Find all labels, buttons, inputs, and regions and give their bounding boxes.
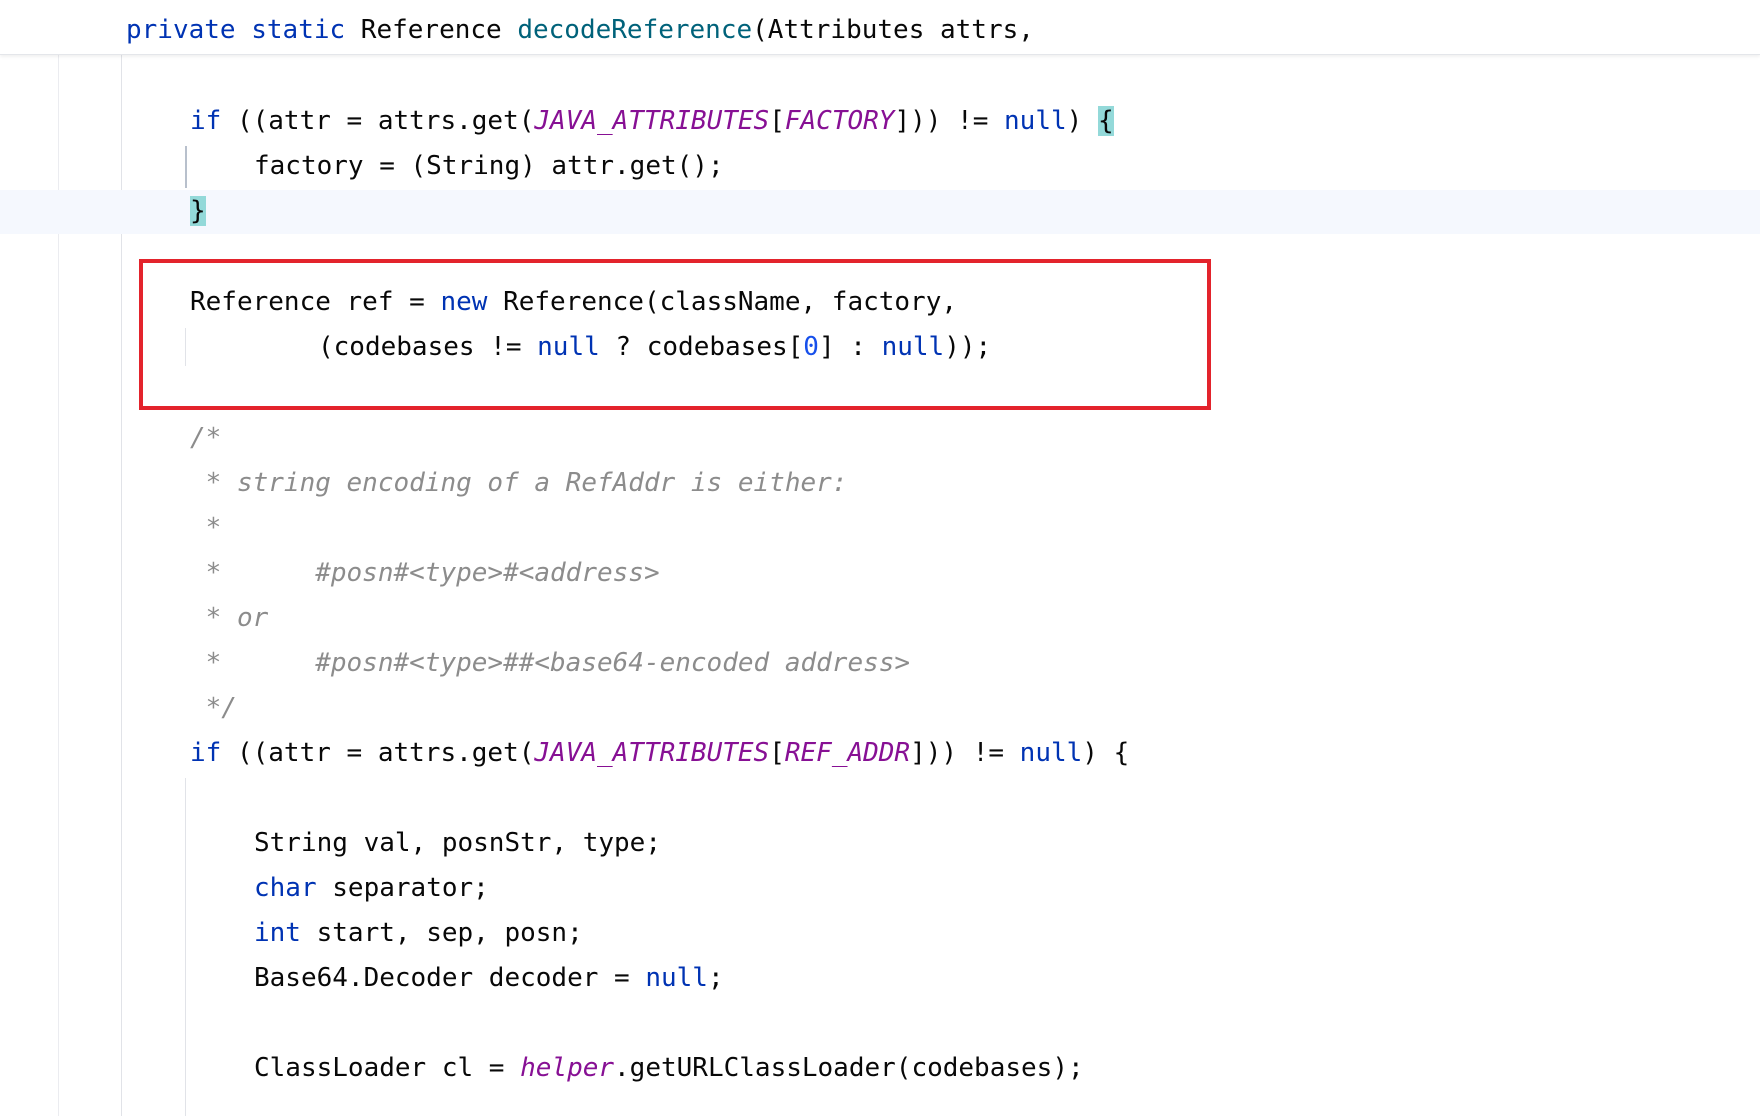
code-text: factory = (String) attr.get();	[254, 151, 724, 181]
code-line[interactable]: factory = (String) attr.get();	[254, 144, 724, 189]
keyword-null: null	[1004, 106, 1067, 136]
keyword-if: if	[190, 738, 222, 768]
code-text: ])) !=	[894, 106, 1005, 136]
return-type: Reference	[345, 15, 518, 45]
comment-line[interactable]: * #posn#<type>##<base64-encoded address>	[190, 641, 910, 686]
sticky-method-header[interactable]: private static Reference decodeReference…	[0, 0, 1760, 55]
code-text: .getURLClassLoader(codebases);	[614, 1053, 1084, 1083]
method-params: (Attributes attrs,	[752, 15, 1034, 45]
annotation-highlight-box	[139, 259, 1211, 410]
static-field: JAVA_ATTRIBUTES	[534, 106, 770, 136]
static-field: REF_ADDR	[784, 738, 911, 768]
code-line[interactable]: if ((attr = attrs.get(JAVA_ATTRIBUTES[RE…	[190, 731, 1129, 776]
comment-line[interactable]: * #posn#<type>#<address>	[190, 551, 660, 596]
method-signature: private static Reference decodeReference…	[126, 8, 1034, 53]
code-line[interactable]: int start, sep, posn;	[254, 911, 583, 956]
code-line[interactable]: Base64.Decoder decoder = null;	[254, 956, 724, 1001]
keyword-private: private	[126, 15, 236, 45]
comment-line[interactable]: /*	[190, 416, 221, 461]
code-line[interactable]: if ((attr = attrs.get(JAVA_ATTRIBUTES[FA…	[190, 99, 1114, 144]
keyword-char: char	[254, 873, 317, 903]
keyword-if: if	[190, 106, 222, 136]
keyword-null: null	[645, 963, 708, 993]
keyword-null: null	[1019, 738, 1083, 768]
code-text: ])) !=	[910, 738, 1020, 768]
code-text: [	[769, 106, 785, 136]
current-line-highlight	[0, 190, 1760, 234]
code-text: ((attr = attrs.get(	[221, 106, 535, 136]
code-line[interactable]: ClassLoader cl = helper.getURLClassLoade…	[254, 1046, 1084, 1091]
keyword-int: int	[254, 918, 301, 948]
comment-line[interactable]: *	[190, 506, 222, 551]
code-editor[interactable]: private static Reference decodeReference…	[0, 0, 1760, 1116]
matched-brace: }	[190, 196, 206, 226]
code-text: ((attr = attrs.get(	[221, 738, 535, 768]
static-field: JAVA_ATTRIBUTES	[534, 738, 770, 768]
comment-line[interactable]: * string encoding of a RefAddr is either…	[190, 461, 848, 506]
static-field: FACTORY	[784, 106, 895, 136]
code-text: )	[1066, 106, 1098, 136]
method-name: decodeReference	[517, 15, 753, 45]
comment-line[interactable]: */	[190, 686, 237, 731]
static-field: helper	[520, 1053, 615, 1083]
comment-line[interactable]: * or	[190, 596, 269, 641]
code-line[interactable]: String val, posnStr, type;	[254, 821, 661, 866]
code-text: ClassLoader cl =	[254, 1053, 521, 1083]
keyword-static: static	[251, 15, 346, 45]
code-text: separator;	[316, 873, 489, 903]
code-text: ;	[707, 963, 724, 993]
indent-guide-active	[185, 146, 187, 188]
code-text: start, sep, posn;	[300, 918, 583, 948]
code-text: ) {	[1082, 738, 1130, 768]
code-text: String val, posnStr, type;	[254, 828, 661, 858]
matched-brace: {	[1097, 106, 1114, 136]
code-line[interactable]: char separator;	[254, 866, 489, 911]
indent-guide	[185, 778, 186, 1116]
code-line-current[interactable]: }	[190, 189, 206, 234]
code-text: Base64.Decoder decoder =	[254, 963, 646, 993]
code-text: [	[769, 738, 785, 768]
